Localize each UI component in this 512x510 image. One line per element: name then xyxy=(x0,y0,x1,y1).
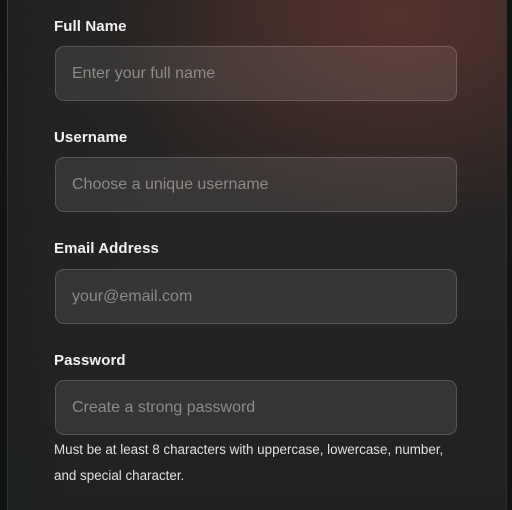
email-label: Email Address xyxy=(54,240,159,257)
username-label: Username xyxy=(54,129,128,146)
password-requirements-hint: Must be at least 8 characters with upper… xyxy=(54,442,444,483)
full-name-input[interactable] xyxy=(55,46,457,101)
email-input[interactable] xyxy=(55,269,457,324)
password-label: Password xyxy=(54,352,126,369)
username-input[interactable] xyxy=(55,157,457,212)
signup-viewport: Full Name Username Email Address Passwor… xyxy=(0,0,512,510)
password-input[interactable] xyxy=(55,380,457,435)
full-name-label: Full Name xyxy=(54,18,127,35)
